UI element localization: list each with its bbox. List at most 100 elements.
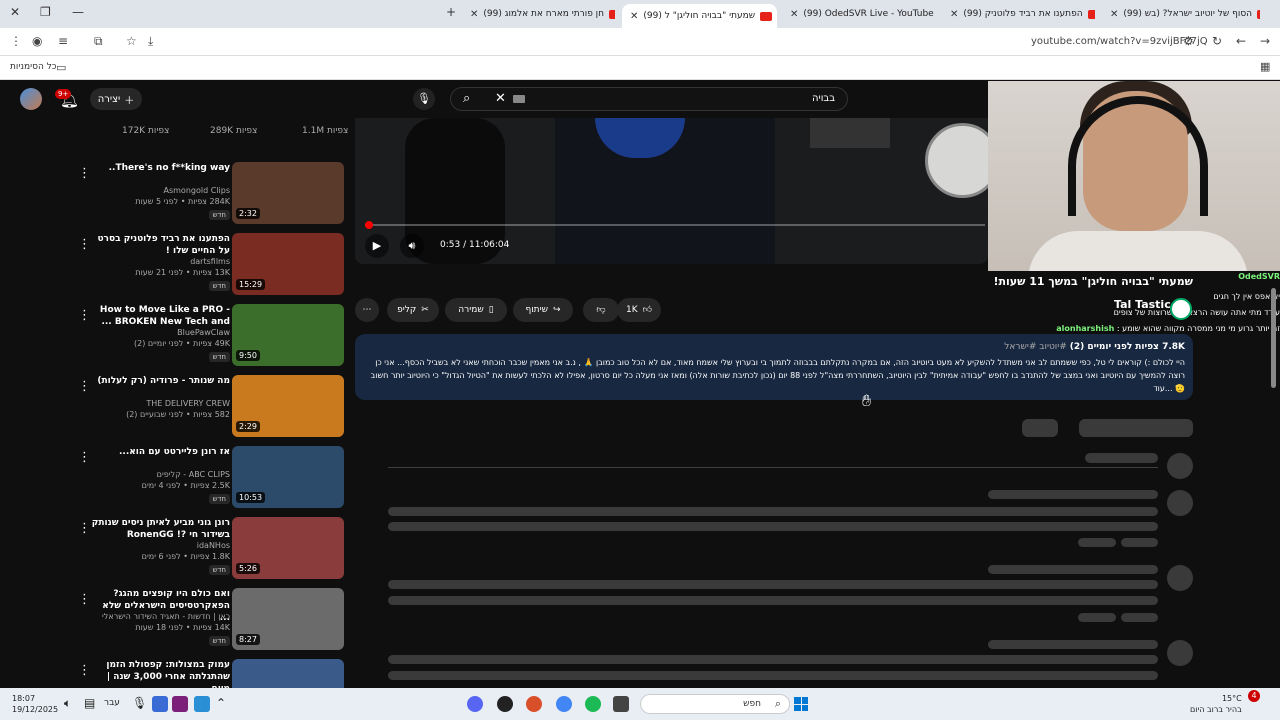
recommendation-item[interactable]: ⋮ 8:27 ואם כולם היו קופצים מהגג? הפאקרטס… <box>70 588 350 654</box>
all-bookmarks-label[interactable]: כל הסימניות <box>10 62 57 72</box>
share-button[interactable]: שיתוף ↪ <box>513 298 573 322</box>
save-button[interactable]: שמירה ▯ <box>445 298 507 322</box>
media-control-icon[interactable]: ≡ <box>58 34 68 48</box>
skeleton-placeholder <box>388 671 1158 680</box>
search-input[interactable]: ⌕ ✕ בבויה <box>450 87 848 111</box>
search-icon[interactable]: ⌕ <box>463 91 470 106</box>
file-explorer-icon[interactable] <box>613 696 629 712</box>
notification-badge: 4 <box>1248 690 1260 702</box>
taskbar-clock[interactable]: 18:07 19/12/2025 <box>12 693 58 715</box>
more-actions-button[interactable]: ⋯ <box>355 298 379 322</box>
bookmark-star-icon[interactable]: ☆ <box>126 34 137 48</box>
hashtags[interactable]: #יוטיוב #ישראל <box>1004 342 1067 352</box>
discord-icon[interactable] <box>467 696 483 712</box>
tab-4[interactable]: ✕ (99) חן פורתי מארח את אלמוג <box>470 4 615 24</box>
speaker-icon[interactable]: 🔈︎ <box>64 696 71 711</box>
recommendation-item[interactable]: ⋮ 15:29 הפתענו את רביד פלוטניק בסרט על ה… <box>70 233 350 299</box>
recommendation-item[interactable]: ⋮ עמוק במצולות: קפסולת הזמן שהתגלתה אחרי… <box>70 659 350 688</box>
channel-name[interactable]: ABC CLIPS - קליפים <box>157 470 230 479</box>
close-icon[interactable]: ✕ <box>790 9 798 20</box>
recommendation-title[interactable]: אז רונן פליירטט עם הוא... <box>90 446 230 458</box>
tray-app-icon[interactable] <box>194 696 210 712</box>
volume-icon[interactable]: 🔊︎ <box>400 234 424 258</box>
create-button[interactable]: יצירה ＋ <box>90 88 142 110</box>
network-icon[interactable]: ▤ <box>84 696 95 710</box>
tab-3-active[interactable]: ✕ (99) שמעתי "בבויה חוליגן" ל <box>622 4 777 28</box>
recommendation-item[interactable]: ⋮ 2:29 מה שנותר - פרודיה (רק לעלות) THE … <box>70 375 350 441</box>
apps-grid-icon[interactable]: ▦ <box>1260 60 1270 73</box>
recommendation-title[interactable]: רונן גוני מביע לאיתן ניסים שנותק בשידור … <box>90 517 230 541</box>
extensions-icon[interactable]: ⧉ <box>94 34 103 49</box>
taskbar-search[interactable]: חפש ⌕ <box>640 694 790 714</box>
channel-name[interactable]: BluePawClaw <box>177 328 230 337</box>
upload-date: לפני יומיים (2) <box>1069 342 1133 352</box>
tab-1[interactable]: ✕ (99) הפתענו את רביד פלוטניק <box>950 4 1095 24</box>
url-field[interactable]: youtube.com/watch?v=9zvijBFz7jQ <box>1031 36 1208 47</box>
avatar[interactable] <box>20 88 42 110</box>
onenote-icon[interactable] <box>172 696 188 712</box>
recommendation-item[interactable]: ⋮ 2:32 There's no f**king way.. Asmongol… <box>70 162 350 228</box>
progress-bar[interactable] <box>365 221 985 229</box>
chrome-icon[interactable] <box>556 696 572 712</box>
restore-icon[interactable]: ❐ <box>40 5 51 19</box>
close-window-icon[interactable]: ✕ <box>10 5 20 19</box>
recommendation-title[interactable]: How to Move Like a PRO - BROKEN New Tech… <box>90 304 230 328</box>
channel-name[interactable]: idaNHos <box>197 541 230 550</box>
minimize-icon[interactable]: — <box>72 5 84 19</box>
play-button[interactable]: ▶ <box>365 234 389 258</box>
tab-2[interactable]: ✕ (99) OdedSVR Live - YouTube <box>790 4 935 24</box>
thumbs-up-icon: 👍︎ <box>642 305 653 315</box>
clear-icon[interactable]: ✕ <box>495 91 506 106</box>
app-icon[interactable] <box>526 696 542 712</box>
weather-desc: בהיר ברוב היום <box>1190 705 1242 714</box>
video-thumbnail[interactable] <box>232 659 344 688</box>
skeleton-placeholder <box>988 490 1158 499</box>
spotify-icon[interactable] <box>585 696 601 712</box>
forward-icon[interactable]: → <box>1260 34 1270 48</box>
recommendation-title[interactable]: הפתענו את רביד פלוטניק בסרט על החיים שלו… <box>90 233 230 257</box>
skeleton-avatar <box>1167 453 1193 479</box>
channel-name[interactable]: Asmongold Clips <box>164 186 231 195</box>
dislike-button[interactable]: 👎︎ <box>583 298 619 322</box>
close-icon[interactable]: ✕ <box>1110 9 1118 20</box>
obs-icon[interactable] <box>497 696 513 712</box>
menu-dots-icon[interactable]: ⋮ <box>10 34 22 48</box>
channel-name[interactable]: dartsfilms <box>190 257 230 266</box>
views-text: 289K צפיות <box>210 126 258 136</box>
weather-widget[interactable]: 15°C בהיר ברוב היום <box>1190 693 1242 715</box>
recommendation-item[interactable]: ⋮ 5:26 רונן גוני מביע לאיתן ניסים שנותק … <box>70 517 350 583</box>
profile-icon[interactable]: ◉ <box>32 34 42 48</box>
site-settings-icon[interactable]: ⚙ <box>1183 34 1194 48</box>
channel-name[interactable]: כאן | חדשות - תאגיד השידור הישראלי <box>102 612 230 621</box>
progress-scrubber[interactable] <box>365 221 373 229</box>
clip-button[interactable]: קליפ ✂ <box>387 298 439 322</box>
tray-app-icon[interactable] <box>152 696 168 712</box>
chevron-up-icon[interactable]: ⌃ <box>216 696 226 710</box>
recommendation-title[interactable]: There's no f**king way.. <box>90 162 230 174</box>
language-indicator[interactable]: עבר <box>104 698 120 708</box>
new-tab-icon[interactable]: + <box>446 5 456 19</box>
close-icon[interactable]: ✕ <box>950 9 958 20</box>
recommendation-item[interactable]: ⋮ 9:50 How to Move Like a PRO - BROKEN N… <box>70 304 350 370</box>
recommendation-title[interactable]: מה שנותר - פרודיה (רק לעלות) <box>90 375 230 387</box>
recommendation-title[interactable]: עמוק במצולות: קפסולת הזמן שהתגלתה אחרי 3… <box>90 659 230 688</box>
scrollbar-thumb[interactable] <box>1271 288 1276 388</box>
duration-badge: 9:50 <box>236 350 260 361</box>
close-icon[interactable]: ✕ <box>630 11 638 22</box>
video-description[interactable]: 7.8K צפיות לפני יומיים (2) #יוטיוב #ישרא… <box>355 334 1193 400</box>
keyboard-icon[interactable] <box>513 95 525 103</box>
install-app-icon[interactable]: ⤓ <box>148 34 153 49</box>
close-icon[interactable]: ✕ <box>470 9 478 20</box>
duration-badge: 8:27 <box>236 634 260 645</box>
channel-name[interactable]: THE DELIVERY CREW <box>146 399 230 408</box>
like-button[interactable]: 1K 👍︎ <box>617 298 661 322</box>
microphone-icon[interactable]: 🎙︎ <box>413 88 435 110</box>
tab-0[interactable]: ✕ (99) הסוף של יוטיוב ישראל? (בש <box>1110 4 1260 24</box>
microphone-tray-icon[interactable]: 🎙︎ <box>132 696 147 710</box>
reload-icon[interactable]: ↻ <box>1212 34 1222 48</box>
windows-start-icon[interactable] <box>794 697 808 711</box>
recommendation-item[interactable]: ⋮ 10:53 אז רונן פליירטט עם הוא... ABC CL… <box>70 446 350 512</box>
scrollbar[interactable] <box>1271 118 1277 688</box>
back-icon[interactable]: ← <box>1236 34 1246 48</box>
new-badge: חדש <box>208 281 230 291</box>
